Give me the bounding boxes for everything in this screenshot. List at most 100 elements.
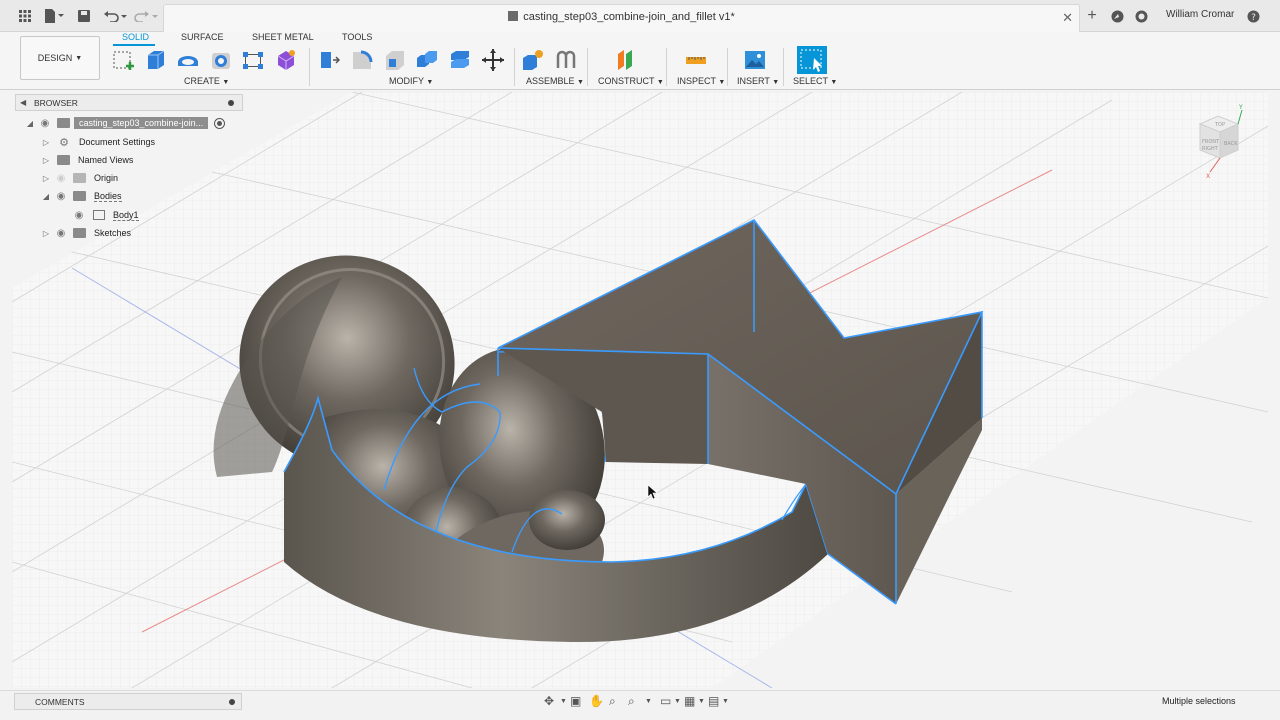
sweep-icon[interactable] xyxy=(209,48,233,72)
expand-right-icon[interactable]: ▷ xyxy=(39,138,53,147)
measure-icon[interactable] xyxy=(684,48,708,72)
ribbon-divider xyxy=(666,48,667,86)
chevron-down-icon[interactable]: ▼ xyxy=(698,698,705,705)
select-group[interactable]: SELECT ▼ xyxy=(793,76,837,86)
workspace-switcher[interactable]: DESIGN ▼ xyxy=(20,36,100,80)
new-component-icon[interactable] xyxy=(521,48,545,72)
collapse-icon[interactable]: ◀ xyxy=(20,98,26,107)
combine-icon[interactable] xyxy=(415,48,439,72)
orbit-icon[interactable]: ✥ xyxy=(544,694,554,708)
close-icon[interactable]: ✕ xyxy=(1062,10,1073,26)
browser-item-sketches[interactable]: ▷ ◉ Sketches xyxy=(39,224,131,242)
construct-group[interactable]: CONSTRUCT ▼ xyxy=(598,76,664,86)
rectangular-pattern-icon[interactable] xyxy=(241,48,265,72)
user-name[interactable]: William Cromar xyxy=(1166,9,1234,20)
create-sketch-icon[interactable] xyxy=(112,48,136,72)
pin-icon[interactable] xyxy=(228,100,234,106)
browser-item-body1[interactable]: ◉ Body1 xyxy=(71,206,139,224)
pan-icon[interactable]: ✋ xyxy=(589,694,604,708)
look-at-icon[interactable]: ▣ xyxy=(570,694,581,708)
chevron-down-icon[interactable]: ▼ xyxy=(722,698,729,705)
chevron-down-icon: ▼ xyxy=(222,79,230,86)
viewcube-face-front[interactable]: FRONT xyxy=(1202,139,1220,145)
insert-group[interactable]: INSERT ▼ xyxy=(737,76,779,86)
browser-panel: ◀ BROWSER ◢ ◉ casting_step03_combine-joi… xyxy=(15,94,243,244)
tab-tools[interactable]: TOOLS xyxy=(342,32,372,42)
save-icon[interactable] xyxy=(77,8,91,24)
expand-right-icon[interactable]: ▷ xyxy=(39,174,53,183)
create-group[interactable]: CREATE ▼ xyxy=(184,76,229,86)
eye-icon[interactable]: ◉ xyxy=(53,228,69,239)
svg-text:?: ? xyxy=(1251,13,1256,23)
browser-item-origin[interactable]: ▷ ◉ Origin xyxy=(39,169,118,187)
zoom-window-icon[interactable]: ⌕ xyxy=(628,694,635,709)
expand-right-icon[interactable]: ▷ xyxy=(39,229,53,238)
new-tab-icon[interactable]: + xyxy=(1084,7,1100,24)
inspect-group[interactable]: INSPECT ▼ xyxy=(677,76,725,86)
display-settings-icon[interactable]: ▭ xyxy=(660,694,671,708)
viewports-icon[interactable]: ▤ xyxy=(708,694,719,708)
file-icon[interactable] xyxy=(42,8,66,24)
chevron-down-icon: ▼ xyxy=(656,79,664,86)
grid-icon[interactable] xyxy=(18,8,32,24)
job-status-icon[interactable] xyxy=(1134,8,1148,24)
chevron-down-icon: ▼ xyxy=(426,79,434,86)
tab-sheet-metal[interactable]: SHEET METAL xyxy=(252,32,314,42)
select-icon[interactable] xyxy=(797,46,827,74)
chevron-down-icon[interactable]: ▼ xyxy=(560,698,567,705)
construct-group-label: CONSTRUCT xyxy=(598,76,655,86)
chevron-down-icon[interactable]: ▼ xyxy=(645,698,652,705)
press-pull-icon[interactable] xyxy=(317,48,341,72)
assemble-group[interactable]: ASSEMBLE ▼ xyxy=(526,76,584,86)
body-icon xyxy=(93,210,105,220)
insert-image-icon[interactable] xyxy=(743,48,767,72)
move-copy-icon[interactable] xyxy=(481,48,505,72)
viewcube-axis-y: Y xyxy=(1238,104,1243,111)
extrude-icon[interactable] xyxy=(144,48,168,72)
browser-header[interactable]: ◀ BROWSER xyxy=(15,94,243,111)
eye-hidden-icon[interactable]: ◉ xyxy=(53,173,69,184)
browser-item-bodies[interactable]: ◢ ◉ Bodies xyxy=(39,187,122,205)
help-icon[interactable]: ? xyxy=(1246,8,1260,24)
radio-active-icon[interactable] xyxy=(214,117,226,129)
viewcube-face-right[interactable]: RIGHT xyxy=(1202,146,1219,152)
chevron-down-icon[interactable]: ▼ xyxy=(674,698,681,705)
expand-right-icon[interactable]: ▷ xyxy=(39,156,53,165)
grid-settings-icon[interactable]: ▦ xyxy=(684,694,695,708)
expand-down-icon[interactable]: ◢ xyxy=(39,192,53,201)
browser-root-row[interactable]: ◢ ◉ casting_step03_combine-join... xyxy=(23,114,226,132)
tab-surface[interactable]: SURFACE xyxy=(181,32,224,42)
modify-group[interactable]: MODIFY ▼ xyxy=(389,76,433,86)
browser-item-document-settings[interactable]: ▷ ⚙ Document Settings xyxy=(39,133,155,151)
document-tab-title: casting_step03_combine-join_and_fillet v… xyxy=(164,11,1079,23)
browser-item-named-views[interactable]: ▷ Named Views xyxy=(39,151,133,169)
inspect-group-label: INSPECT xyxy=(677,76,716,86)
viewcube-face-top[interactable]: TOP xyxy=(1214,122,1225,128)
tab-solid[interactable]: SOLID xyxy=(122,32,149,42)
component-icon xyxy=(57,118,70,128)
eye-icon[interactable]: ◉ xyxy=(53,191,69,202)
offset-plane-icon[interactable] xyxy=(614,48,638,72)
form-icon[interactable] xyxy=(274,48,298,72)
document-tab[interactable]: casting_step03_combine-join_and_fillet v… xyxy=(163,4,1080,32)
revolve-icon[interactable] xyxy=(176,48,200,72)
zoom-icon[interactable]: ⌕ xyxy=(609,694,616,709)
eye-icon[interactable]: ◉ xyxy=(71,210,87,221)
chevron-down-icon: ▼ xyxy=(75,54,83,62)
comments-panel[interactable]: COMMENTS xyxy=(14,693,242,710)
expand-down-icon[interactable]: ◢ xyxy=(23,119,37,128)
folder-icon xyxy=(73,228,86,238)
split-body-icon[interactable] xyxy=(448,48,472,72)
viewcube-face-back[interactable]: BACK xyxy=(1224,141,1238,147)
browser-item-label: Named Views xyxy=(78,155,134,165)
undo-icon[interactable] xyxy=(102,8,128,24)
toolbar-ribbon: DESIGN ▼ SOLID SURFACE SHEET METAL TOOLS… xyxy=(0,32,1280,90)
joint-icon[interactable] xyxy=(554,48,578,72)
selection-status: Multiple selections xyxy=(1162,696,1236,706)
fillet-icon[interactable] xyxy=(350,48,374,72)
shell-icon[interactable] xyxy=(383,48,407,72)
pin-icon[interactable] xyxy=(229,699,235,705)
extensions-icon[interactable] xyxy=(1110,8,1124,24)
eye-icon[interactable]: ◉ xyxy=(37,118,53,129)
redo-icon[interactable] xyxy=(133,8,159,24)
